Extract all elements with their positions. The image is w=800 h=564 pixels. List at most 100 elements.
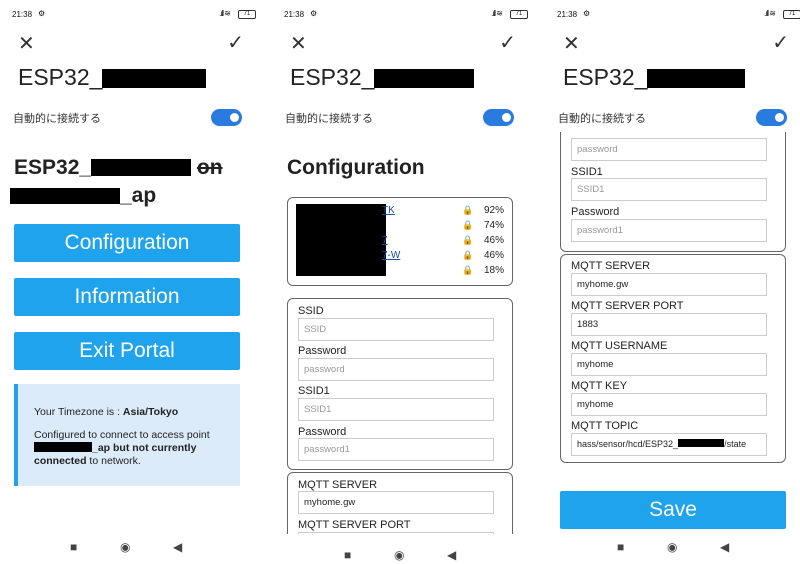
- device-title: ESP32_ on: [14, 156, 223, 179]
- signal-wifi-icon: .ıll ≋: [219, 9, 231, 18]
- auto-connect-label: 自動的に接続する: [285, 113, 373, 125]
- close-icon[interactable]: ✕: [290, 31, 307, 56]
- signal-wifi-icon: .ıll ≋: [764, 9, 776, 18]
- wifi-row[interactable]: 7 🔒 46%: [288, 235, 514, 249]
- wifi-row[interactable]: 7-W 🔒 46%: [288, 250, 514, 264]
- redaction: [102, 69, 207, 88]
- redaction: [374, 69, 475, 88]
- battery-icon: 71: [783, 10, 800, 19]
- mqtt-port-input[interactable]: 1883: [571, 313, 767, 336]
- configuration-button[interactable]: Configuration: [14, 224, 240, 262]
- android-nav-bar: ■ ◉ ◀: [0, 540, 266, 556]
- close-icon[interactable]: ✕: [563, 31, 580, 56]
- lock-icon: 🔒: [462, 250, 474, 260]
- android-nav-bar: ■ ◉ ◀: [545, 540, 800, 556]
- wifi-credentials-fieldset: password SSID1 SSID1 Password password1: [560, 126, 786, 252]
- status-bar: 21:38 ⚙ .ıll ≋ 71: [284, 8, 528, 22]
- screen-configuration: 21:38 ⚙ .ıll ≋ 71 ✕ ✓ ESP32_ 自動的に接続する Co…: [272, 0, 538, 564]
- wifi-row[interactable]: 🔒 74%: [288, 220, 514, 234]
- back-icon[interactable]: ◀: [173, 540, 182, 554]
- auto-connect-label: 自動的に接続する: [558, 113, 646, 125]
- page-title: Configuration: [287, 156, 425, 179]
- status-time: 21:38: [284, 10, 305, 19]
- password1-label: Password: [571, 206, 620, 218]
- auto-connect-label: 自動的に接続する: [13, 113, 101, 125]
- status-time: 21:38: [12, 10, 33, 19]
- ssid-label: SSID: [298, 305, 324, 317]
- mqtt-server-input[interactable]: myhome.gw: [571, 273, 767, 296]
- home-icon[interactable]: ◉: [667, 540, 677, 554]
- password1-input[interactable]: password1: [571, 219, 767, 242]
- notification-icon: ⚙: [583, 9, 591, 18]
- lock-icon: 🔒: [462, 205, 474, 215]
- battery-icon: 71: [510, 10, 528, 19]
- network-ssid-title: ESP32_: [290, 64, 475, 91]
- lock-icon: 🔒: [462, 265, 474, 275]
- notification-icon: ⚙: [310, 9, 318, 18]
- home-icon[interactable]: ◉: [120, 540, 130, 554]
- recents-icon[interactable]: ■: [70, 540, 77, 554]
- wifi-row[interactable]: 🔒 18%: [288, 265, 514, 279]
- status-info-box: Your Timezone is : Asia/Tokyo Configured…: [14, 384, 240, 486]
- auto-connect-toggle[interactable]: [483, 109, 514, 126]
- recents-icon[interactable]: ■: [617, 540, 624, 554]
- lock-icon: 🔒: [462, 220, 474, 230]
- password-input[interactable]: password: [298, 358, 494, 381]
- status-bar: 21:38 ⚙ .ıll ≋ 71: [12, 8, 256, 22]
- mqtt-port-label: MQTT SERVER PORT: [571, 300, 684, 312]
- redaction: [10, 188, 120, 204]
- home-icon[interactable]: ◉: [394, 548, 404, 562]
- recents-icon[interactable]: ■: [344, 548, 351, 562]
- screen-portal-home: 21:38 ⚙ .ıll ≋ 71 ✕ ✓ ESP32_ 自動的に接続する ES…: [0, 0, 266, 564]
- auto-connect-toggle[interactable]: [756, 109, 787, 126]
- ssid1-label: SSID1: [298, 385, 330, 397]
- timezone-text: Your Timezone is : Asia/Tokyo: [34, 406, 179, 418]
- mqtt-fieldset: MQTT SERVER myhome.gw MQTT SERVER PORT 1…: [560, 254, 786, 463]
- mqtt-username-label: MQTT USERNAME: [571, 340, 668, 352]
- mqtt-topic-label: MQTT TOPIC: [571, 420, 639, 432]
- ssid1-label: SSID1: [571, 166, 603, 178]
- password1-input[interactable]: password1: [298, 438, 494, 461]
- ssid-input[interactable]: SSID: [298, 318, 494, 341]
- ssid1-input[interactable]: SSID1: [571, 178, 767, 201]
- network-ssid-title: ESP32_: [18, 64, 207, 91]
- exit-portal-button[interactable]: Exit Portal: [14, 332, 240, 370]
- battery-icon: 71: [238, 10, 256, 19]
- redaction: [91, 159, 192, 176]
- mqtt-key-label: MQTT KEY: [571, 380, 628, 392]
- mqtt-server-label: MQTT SERVER: [298, 479, 378, 491]
- wifi-credentials-fieldset: SSID SSID Password password SSID1 SSID1 …: [287, 298, 513, 470]
- back-icon[interactable]: ◀: [447, 548, 456, 562]
- auto-connect-toggle[interactable]: [211, 109, 242, 126]
- lock-icon: 🔒: [462, 235, 474, 245]
- check-icon[interactable]: ✓: [499, 30, 516, 55]
- information-button[interactable]: Information: [14, 278, 240, 316]
- mqtt-key-input[interactable]: myhome: [571, 393, 767, 416]
- connection-message: Configured to connect to access point _a…: [34, 429, 210, 467]
- close-icon[interactable]: ✕: [18, 31, 35, 56]
- ssid1-input[interactable]: SSID1: [298, 398, 494, 421]
- wifi-network-list: TK 🔒 92% 🔒 74% 7 🔒 46% 7-W 🔒 46% 🔒 18%: [287, 197, 513, 286]
- android-nav-bar: ■ ◉ ◀: [272, 534, 538, 564]
- wifi-row[interactable]: TK 🔒 92%: [288, 205, 514, 219]
- back-icon[interactable]: ◀: [720, 540, 729, 554]
- notification-icon: ⚙: [38, 9, 46, 18]
- screen-configuration-scrolled: password SSID1 SSID1 Password password1 …: [545, 0, 800, 564]
- mqtt-port-label: MQTT SERVER PORT: [298, 519, 411, 531]
- check-icon[interactable]: ✓: [227, 30, 244, 55]
- mqtt-username-input[interactable]: myhome: [571, 353, 767, 376]
- network-ssid-title: ESP32_: [563, 64, 746, 91]
- device-title-line2: _ap: [10, 184, 156, 208]
- password-input[interactable]: password: [571, 138, 767, 161]
- check-icon[interactable]: ✓: [772, 30, 789, 55]
- mqtt-server-label: MQTT SERVER: [571, 260, 651, 272]
- mqtt-server-input[interactable]: myhome.gw: [298, 491, 494, 514]
- signal-wifi-icon: .ıll ≋: [491, 9, 503, 18]
- redaction: [34, 442, 92, 452]
- redaction: [647, 69, 746, 88]
- save-button[interactable]: Save: [560, 491, 786, 529]
- mqtt-topic-input[interactable]: hass/sensor/hcd/ESP32_/state: [571, 433, 767, 456]
- password-label: Password: [298, 345, 347, 357]
- password1-label: Password: [298, 426, 347, 438]
- redaction: [678, 439, 725, 447]
